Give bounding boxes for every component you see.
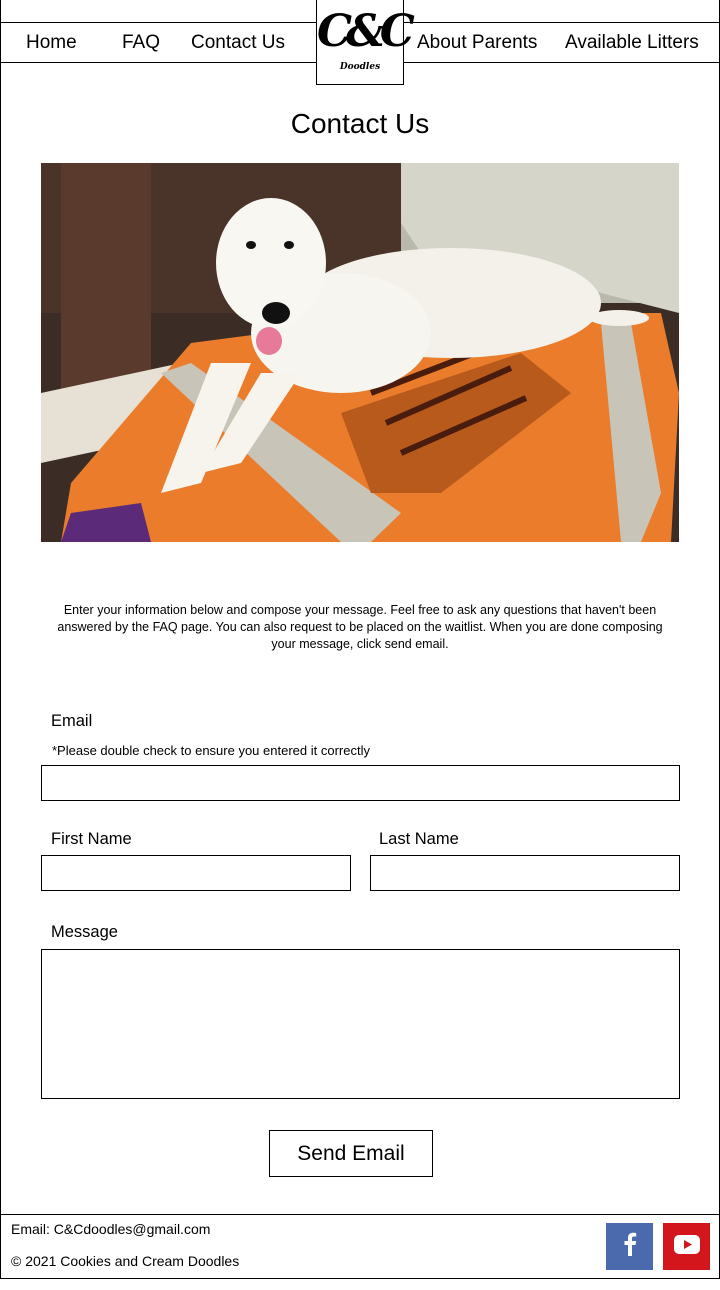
last-name-field[interactable] [370, 855, 680, 891]
nav-available-litters-link[interactable]: Available Litters [565, 30, 699, 56]
hero-dog-photo [41, 163, 679, 542]
nav-about-parents-link[interactable]: About Parents [417, 30, 537, 56]
email-field[interactable] [41, 765, 680, 801]
youtube-icon [673, 1234, 700, 1259]
footer-email: Email: C&Cdoodles@gmail.com [11, 1221, 211, 1237]
footer-divider [0, 1214, 720, 1215]
nav-contact-link[interactable]: Contact Us [191, 30, 285, 56]
message-textarea[interactable] [41, 949, 680, 1099]
last-name-label: Last Name [379, 830, 459, 848]
facebook-link[interactable] [606, 1223, 653, 1270]
first-name-label: First Name [51, 830, 132, 848]
email-label: Email [51, 712, 93, 730]
intro-text: Enter your information below and compose… [57, 603, 663, 651]
first-name-field[interactable] [41, 855, 351, 891]
nav-faq-link[interactable]: FAQ [122, 30, 160, 56]
footer-copyright: © 2021 Cookies and Cream Doodles [11, 1253, 240, 1269]
logo-mark: C&C [317, 6, 415, 57]
message-label: Message [51, 923, 118, 941]
site-logo[interactable]: C&C Doodles [316, 0, 415, 85]
logo-subtitle: Doodles [339, 62, 381, 72]
email-hint: *Please double check to ensure you enter… [52, 743, 370, 758]
send-email-button[interactable]: Send Email [269, 1130, 433, 1177]
youtube-link[interactable] [663, 1223, 710, 1270]
facebook-icon [623, 1232, 637, 1261]
page-title: Contact Us [290, 108, 430, 139]
nav-home-link[interactable]: Home [26, 30, 77, 56]
